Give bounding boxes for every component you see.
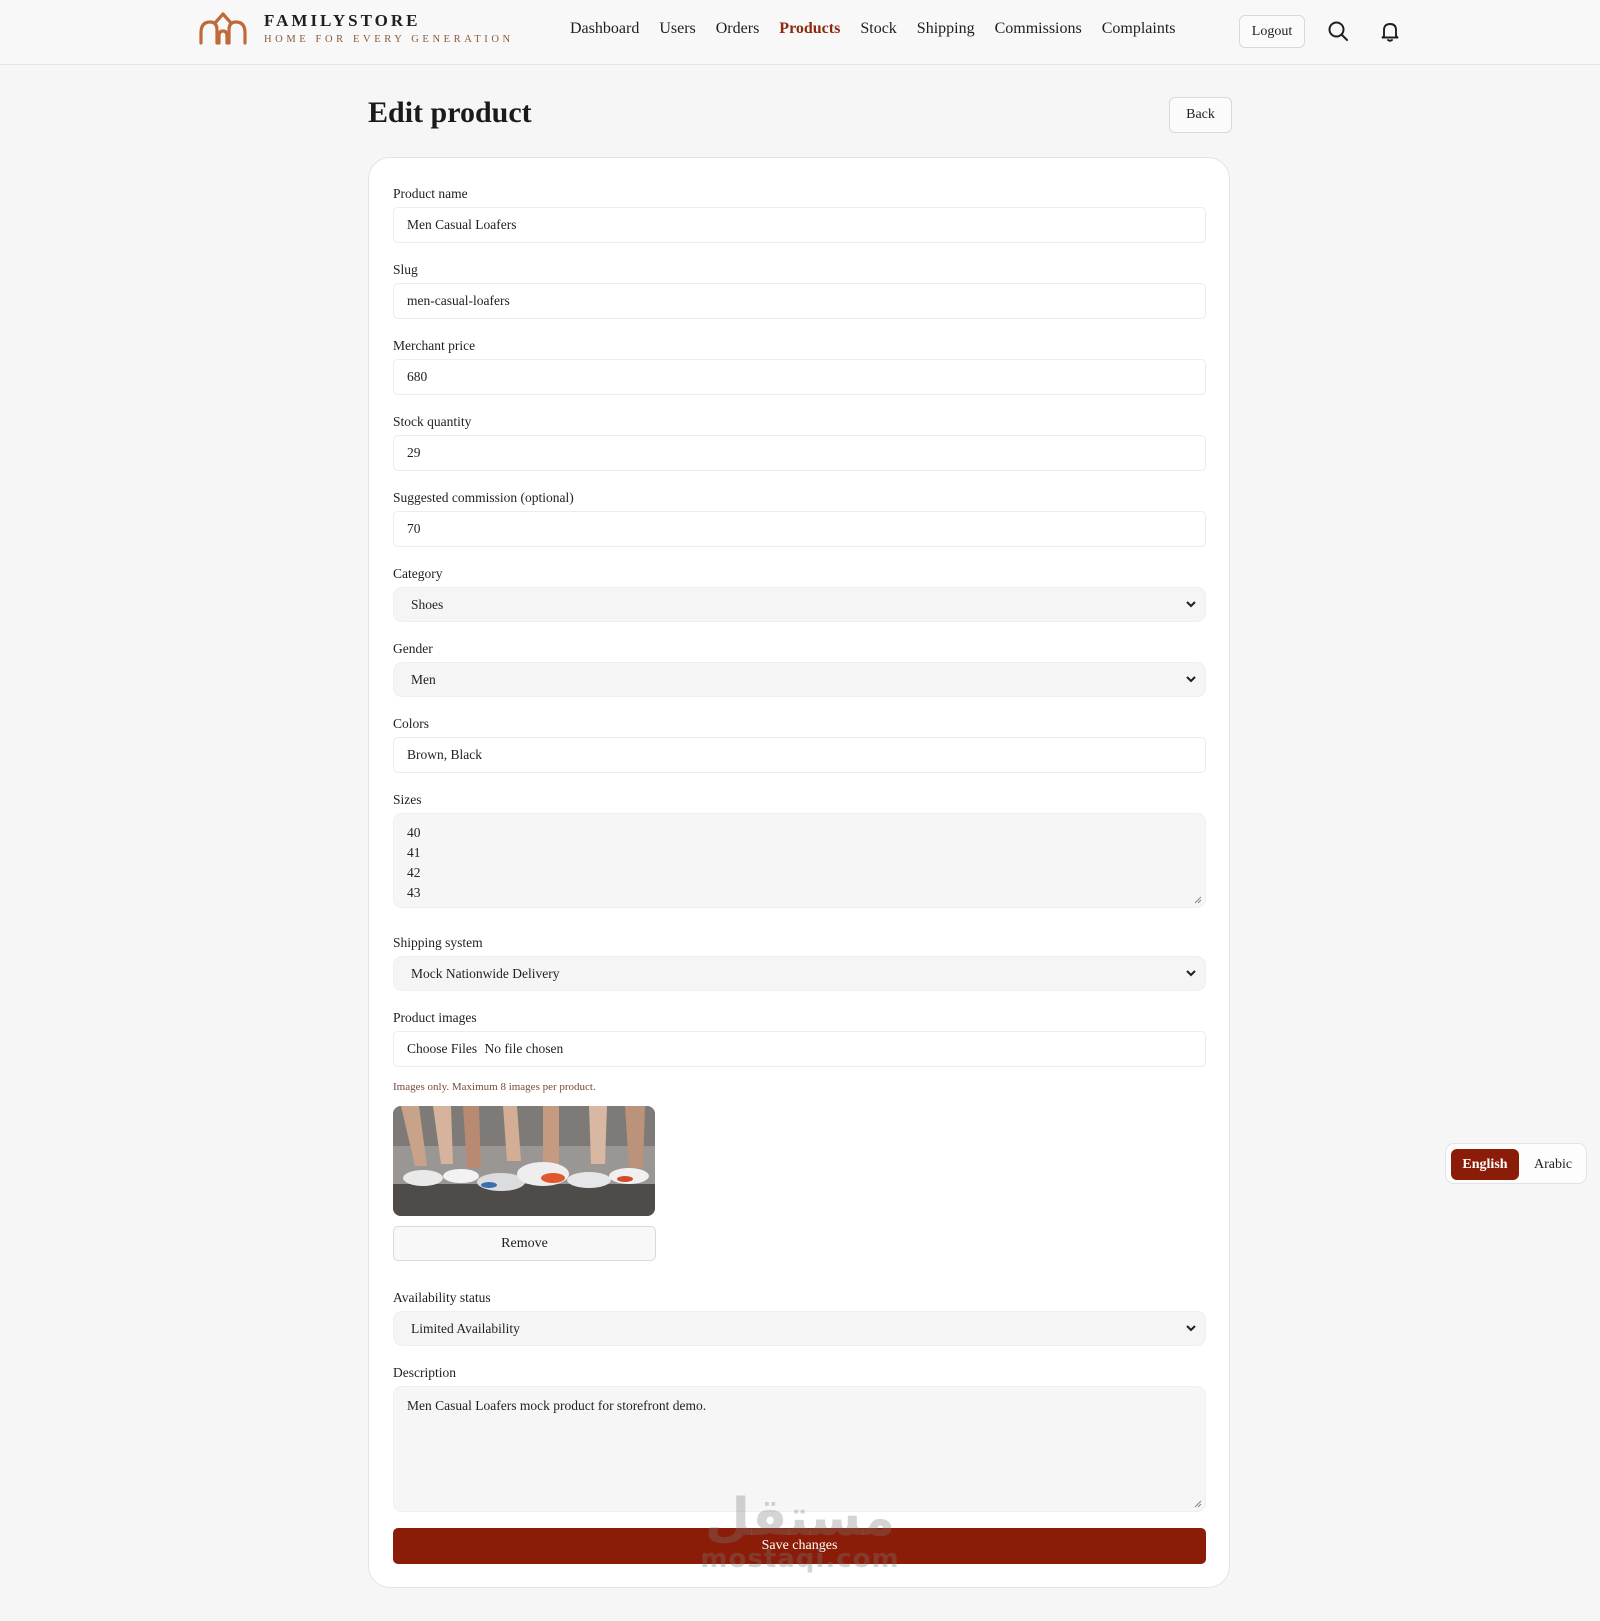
gender-selected-value: Men: [411, 672, 436, 687]
product-image-thumbnail: [393, 1106, 655, 1216]
category-select[interactable]: Shoes: [393, 587, 1206, 622]
shipping-system-select[interactable]: Mock Nationwide Delivery: [393, 956, 1206, 991]
gender-label: Gender: [393, 641, 433, 656]
brand-name: FAMILYSTORE: [264, 10, 421, 30]
slug-input[interactable]: men-casual-loafers: [393, 283, 1206, 319]
product-images-label: Product images: [393, 1010, 477, 1025]
nav-item-complaints[interactable]: Complaints: [1102, 20, 1176, 38]
brand-tagline: HOME FOR EVERY GENERATION: [264, 33, 514, 45]
nav-item-stock[interactable]: Stock: [860, 20, 896, 38]
choose-files-button[interactable]: Choose Files: [407, 1041, 477, 1056]
merchant-price-label: Merchant price: [393, 338, 476, 353]
size-value: 42: [407, 865, 421, 880]
main-nav: Dashboard Users Orders Products Stock Sh…: [570, 20, 1196, 38]
stock-quantity-input[interactable]: 29: [393, 435, 1206, 471]
suggested-commission-label: Suggested commission (optional): [393, 490, 574, 505]
page-title: Edit product: [368, 96, 532, 129]
description-text: Men Casual Loafers mock product for stor…: [407, 1398, 707, 1413]
colors-input[interactable]: Brown, Black: [393, 737, 1206, 773]
brand[interactable]: FAMILYSTORE HOME FOR EVERY GENERATION: [198, 9, 514, 49]
merchant-price-input[interactable]: 680: [393, 359, 1206, 395]
bell-icon[interactable]: [1378, 19, 1402, 43]
nav-item-products[interactable]: Products: [779, 20, 840, 38]
availability-status-select[interactable]: Limited Availability: [393, 1311, 1206, 1346]
remove-image-button[interactable]: Remove: [393, 1226, 656, 1261]
nav-item-orders[interactable]: Orders: [716, 20, 760, 38]
house-arches-logo-icon: [199, 12, 247, 45]
language-switcher: English Arabic: [1445, 1143, 1587, 1184]
back-button[interactable]: Back: [1169, 97, 1232, 133]
nav-item-dashboard[interactable]: Dashboard: [570, 20, 639, 38]
running-shoes-photo: [393, 1106, 655, 1216]
top-navigation-bar: FAMILYSTORE HOME FOR EVERY GENERATION Da…: [0, 0, 1600, 65]
size-value: 41: [407, 845, 421, 860]
edit-product-form: Product name Men Casual Loafers Slug men…: [368, 157, 1230, 1588]
nav-item-users[interactable]: Users: [659, 20, 695, 38]
watermark: مستقل mostaqi.com: [700, 1490, 900, 1572]
shipping-system-selected-value: Mock Nationwide Delivery: [411, 966, 560, 981]
category-label: Category: [393, 566, 443, 581]
chevron-down-icon: [1186, 676, 1196, 683]
product-name-input[interactable]: Men Casual Loafers: [393, 207, 1206, 243]
watermark-arabic: مستقل: [704, 1488, 896, 1548]
language-english-button[interactable]: English: [1451, 1149, 1519, 1180]
chevron-down-icon: [1186, 1325, 1196, 1332]
category-selected-value: Shoes: [411, 597, 444, 612]
chevron-down-icon: [1186, 601, 1196, 608]
stock-quantity-label: Stock quantity: [393, 414, 472, 429]
size-value: 40: [407, 825, 421, 840]
size-value: 43: [407, 885, 421, 900]
file-status-text: No file chosen: [484, 1041, 564, 1056]
gender-select[interactable]: Men: [393, 662, 1206, 697]
availability-status-label: Availability status: [393, 1290, 491, 1305]
slug-label: Slug: [393, 262, 418, 277]
resize-handle-icon[interactable]: [1193, 895, 1202, 904]
sizes-label: Sizes: [393, 792, 422, 807]
search-icon[interactable]: [1326, 19, 1350, 43]
nav-item-commissions[interactable]: Commissions: [995, 20, 1082, 38]
colors-label: Colors: [393, 716, 430, 731]
chevron-down-icon: [1186, 970, 1196, 977]
nav-item-shipping[interactable]: Shipping: [917, 20, 975, 38]
logout-button[interactable]: Logout: [1239, 15, 1305, 48]
watermark-latin: mostaqi.com: [700, 1544, 900, 1574]
resize-handle-icon[interactable]: [1193, 1499, 1202, 1508]
language-arabic-button[interactable]: Arabic: [1524, 1149, 1582, 1180]
images-hint: Images only. Maximum 8 images per produc…: [393, 1081, 596, 1093]
product-name-label: Product name: [393, 186, 468, 201]
product-images-file-input[interactable]: Choose Files No file chosen: [393, 1031, 1206, 1067]
suggested-commission-input[interactable]: 70: [393, 511, 1206, 547]
description-label: Description: [393, 1365, 456, 1380]
shipping-system-label: Shipping system: [393, 935, 483, 950]
sizes-textarea[interactable]: 40 41 42 43: [393, 813, 1206, 908]
availability-status-selected-value: Limited Availability: [411, 1321, 520, 1336]
